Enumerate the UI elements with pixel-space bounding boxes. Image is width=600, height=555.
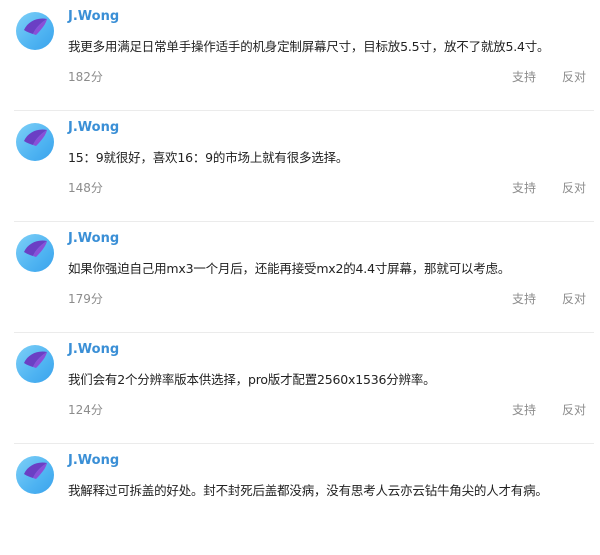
- comment-text: 我们会有2个分辨率版本供选择，pro版才配置2560x1536分辨率。: [68, 372, 436, 387]
- comment-item: J.Wong 我更多用满足日常单手操作适手的机身定制屏幕尺寸，目标放5.5寸，放…: [0, 0, 600, 111]
- oppose-button[interactable]: 反对: [562, 401, 586, 418]
- comment-score: 148分: [68, 181, 103, 195]
- comment-score: 182分: [68, 70, 103, 84]
- oppose-button[interactable]: 反对: [562, 179, 586, 196]
- comment-item: J.Wong 如果你强迫自己用mx3一个月后，还能再接受mx2的4.4寸屏幕，那…: [0, 222, 600, 333]
- avatar[interactable]: [16, 456, 54, 494]
- comment-item: J.Wong 我解释过可拆盖的好处。封不封死后盖都没病，没有思考人云亦云钻牛角尖…: [0, 444, 600, 555]
- oppose-button[interactable]: 反对: [562, 290, 586, 307]
- support-button[interactable]: 支持: [512, 68, 536, 85]
- comment-text: 15：9就很好，喜欢16：9的市场上就有很多选择。: [68, 150, 349, 165]
- username[interactable]: J.Wong: [68, 231, 119, 246]
- avatar[interactable]: [16, 123, 54, 161]
- username[interactable]: J.Wong: [68, 342, 119, 357]
- comment-item: J.Wong 我们会有2个分辨率版本供选择，pro版才配置2560x1536分辨…: [0, 333, 600, 444]
- avatar-icon: [24, 351, 47, 368]
- support-button[interactable]: 支持: [512, 290, 536, 307]
- comment-score: 179分: [68, 292, 103, 306]
- username[interactable]: J.Wong: [68, 453, 119, 468]
- avatar[interactable]: [16, 345, 54, 383]
- avatar-icon: [24, 462, 47, 479]
- avatar[interactable]: [16, 234, 54, 272]
- avatar-icon: [24, 18, 47, 35]
- avatar-icon: [24, 240, 47, 257]
- comment-score: 124分: [68, 403, 103, 417]
- oppose-button[interactable]: 反对: [562, 68, 586, 85]
- comment-text: 如果你强迫自己用mx3一个月后，还能再接受mx2的4.4寸屏幕，那就可以考虑。: [68, 261, 511, 276]
- avatar[interactable]: [16, 12, 54, 50]
- support-button[interactable]: 支持: [512, 179, 536, 196]
- username[interactable]: J.Wong: [68, 9, 119, 24]
- avatar-icon: [24, 129, 47, 146]
- comment-item: J.Wong 15：9就很好，喜欢16：9的市场上就有很多选择。 148分 支持…: [0, 111, 600, 222]
- support-button[interactable]: 支持: [512, 401, 536, 418]
- comment-text: 我更多用满足日常单手操作适手的机身定制屏幕尺寸，目标放5.5寸，放不了就放5.4…: [68, 39, 550, 54]
- username[interactable]: J.Wong: [68, 120, 119, 135]
- comment-text: 我解释过可拆盖的好处。封不封死后盖都没病，没有思考人云亦云钻牛角尖的人才有病。: [68, 483, 548, 498]
